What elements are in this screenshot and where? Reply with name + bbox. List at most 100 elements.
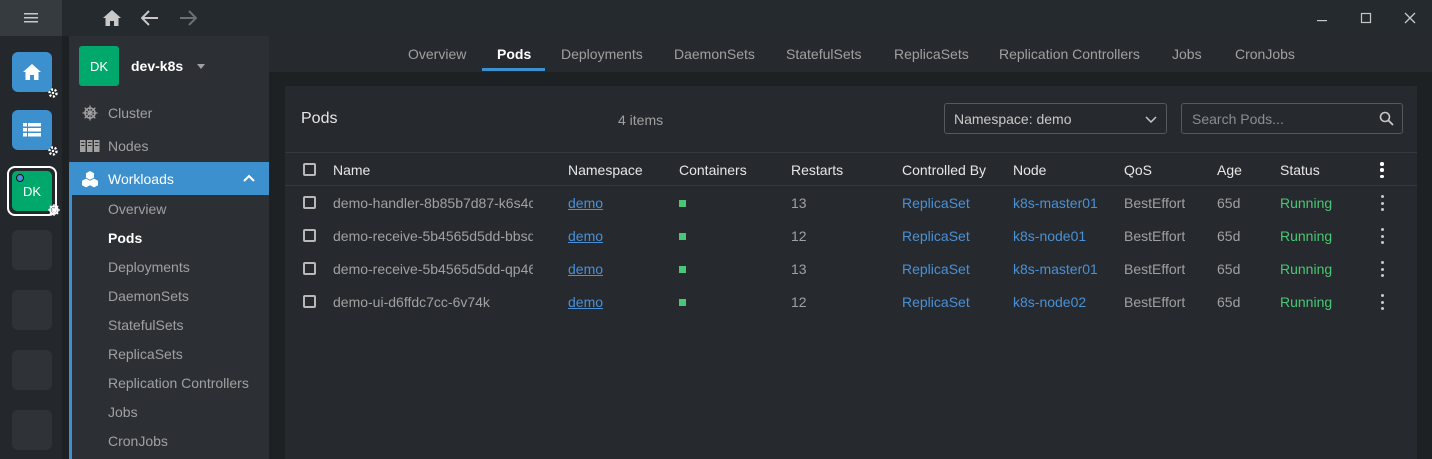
table-row[interactable]: demo-receive-5b4565d5dd-bbsq demo 12 Rep… [285,219,1417,252]
chevron-up-icon [243,174,255,182]
namespace-select[interactable]: Namespace: demo [944,103,1167,134]
container-status-indicator [679,299,686,306]
table-row[interactable]: demo-handler-8b85b7d87-k6s4c demo 13 Rep… [285,186,1417,219]
controlled-by-link[interactable]: ReplicaSet [902,294,970,310]
sidebar-subitem-overview[interactable]: Overview [108,194,166,223]
row-checkbox[interactable] [303,196,316,209]
container-status-indicator [679,233,686,240]
row-menu-button[interactable] [1380,228,1384,244]
row-menu-button[interactable] [1380,195,1384,211]
node-link[interactable]: k8s-node02 [1013,294,1086,310]
sidebar-item-workloads[interactable]: Workloads [69,162,269,195]
table-row[interactable]: demo-receive-5b4565d5dd-qp46 demo 13 Rep… [285,252,1417,285]
namespace-link[interactable]: demo [568,228,603,244]
namespace-select-value: Namespace: demo [954,110,1072,127]
sidebar-subitem-replication-controllers[interactable]: Replication Controllers [108,368,249,397]
helm-icon [80,103,100,123]
table-row[interactable]: demo-ui-d6ffdc7cc-6v74k demo 12 ReplicaS… [285,285,1417,318]
tab-jobs[interactable]: Jobs [1172,46,1202,62]
tab-deployments[interactable]: Deployments [561,46,643,62]
hotbar-catalog[interactable] [12,110,58,156]
minimize-button[interactable] [1300,0,1344,36]
columns-menu-button[interactable] [1380,162,1384,178]
column-header-node[interactable]: Node [1013,162,1046,178]
sidebar-subitem-deployments[interactable]: Deployments [108,252,190,281]
home-button[interactable] [100,6,124,30]
column-header-status[interactable]: Status [1280,162,1320,178]
column-header-namespace[interactable]: Namespace [568,162,643,178]
hotbar-empty-slot[interactable] [12,290,52,330]
back-button[interactable] [138,6,162,30]
namespace-link[interactable]: demo [568,195,603,211]
column-header-restarts[interactable]: Restarts [791,162,843,178]
age-value: 65d [1217,294,1241,310]
controlled-by-link[interactable]: ReplicaSet [902,261,970,277]
sidebar-item-cluster[interactable]: Cluster [69,96,269,129]
item-count: 4 items [618,112,664,128]
sidebar-item-nodes[interactable]: Nodes [69,129,269,162]
tab-pods[interactable]: Pods [497,46,531,62]
node-link[interactable]: k8s-master01 [1013,195,1098,211]
gear-icon [46,86,60,100]
qos-value: BestEffort [1124,195,1186,211]
node-link[interactable]: k8s-master01 [1013,261,1098,277]
sidebar-subitem-cronjobs[interactable]: CronJobs [108,426,168,455]
select-all-checkbox[interactable] [303,163,316,176]
hotbar-welcome[interactable] [12,52,58,98]
helm-icon [47,203,61,220]
maximize-button[interactable] [1344,0,1388,36]
chevron-down-icon [1145,116,1157,124]
namespace-link[interactable]: demo [568,294,603,310]
arrow-right-icon [180,10,197,26]
column-header-controlled-by[interactable]: Controlled By [902,162,986,178]
column-header-containers[interactable]: Containers [679,162,747,178]
tab-replication-controllers[interactable]: Replication Controllers [999,46,1140,62]
node-link[interactable]: k8s-node01 [1013,228,1086,244]
container-status-indicator [679,200,686,207]
column-header-qos[interactable]: QoS [1124,162,1152,178]
cluster-selector[interactable]: DK dev-k8s [79,46,206,86]
tab-overview[interactable]: Overview [408,46,466,62]
pod-name: demo-receive-5b4565d5dd-bbsq [333,228,533,244]
hotbar-empty-slot[interactable] [12,230,52,270]
search-input[interactable] [1192,110,1372,127]
hotbar-empty-slot[interactable] [12,350,52,390]
hotbar-empty-slot[interactable] [12,410,52,450]
container-status-indicator [679,266,686,273]
column-header-age[interactable]: Age [1217,162,1242,178]
tab-replicasets[interactable]: ReplicaSets [894,46,969,62]
controlled-by-link[interactable]: ReplicaSet [902,195,970,211]
tab-bar: Overview Pods Deployments DaemonSets Sta… [269,36,1432,72]
row-menu-button[interactable] [1380,261,1384,277]
row-menu-button[interactable] [1380,294,1384,310]
page-title: Pods [301,110,338,127]
active-tab-indicator [482,68,545,71]
forward-button[interactable] [176,6,200,30]
row-checkbox[interactable] [303,262,316,275]
caret-down-icon [197,63,206,69]
row-checkbox[interactable] [303,295,316,308]
sidebar-subitem-daemonsets[interactable]: DaemonSets [108,281,189,310]
controlled-by-link[interactable]: ReplicaSet [902,228,970,244]
table-header: Name Namespace Containers Restarts Contr… [285,152,1417,186]
search-box[interactable] [1181,103,1403,134]
menu-button[interactable] [0,0,62,36]
row-checkbox[interactable] [303,229,316,242]
restarts-value: 12 [791,294,807,310]
tab-statefulsets[interactable]: StatefulSets [786,46,862,62]
sidebar-subitem-statefulsets[interactable]: StatefulSets [108,310,184,339]
close-icon [1404,12,1416,24]
sidebar-subitem-pods[interactable]: Pods [108,223,142,252]
maximize-icon [1360,12,1372,24]
namespace-link[interactable]: demo [568,261,603,277]
tab-daemonsets[interactable]: DaemonSets [674,46,755,62]
sidebar-subitem-replicasets[interactable]: ReplicaSets [108,339,183,368]
pod-name: demo-handler-8b85b7d87-k6s4c [333,195,533,211]
close-button[interactable] [1388,0,1432,36]
sidebar-active-accent [69,195,72,459]
sidebar-subitem-jobs[interactable]: Jobs [108,397,138,426]
tab-cronjobs[interactable]: CronJobs [1235,46,1295,62]
cluster-name: dev-k8s [131,58,184,74]
hotbar-cluster-dk[interactable]: DK [7,166,60,216]
column-header-name[interactable]: Name [333,162,370,178]
